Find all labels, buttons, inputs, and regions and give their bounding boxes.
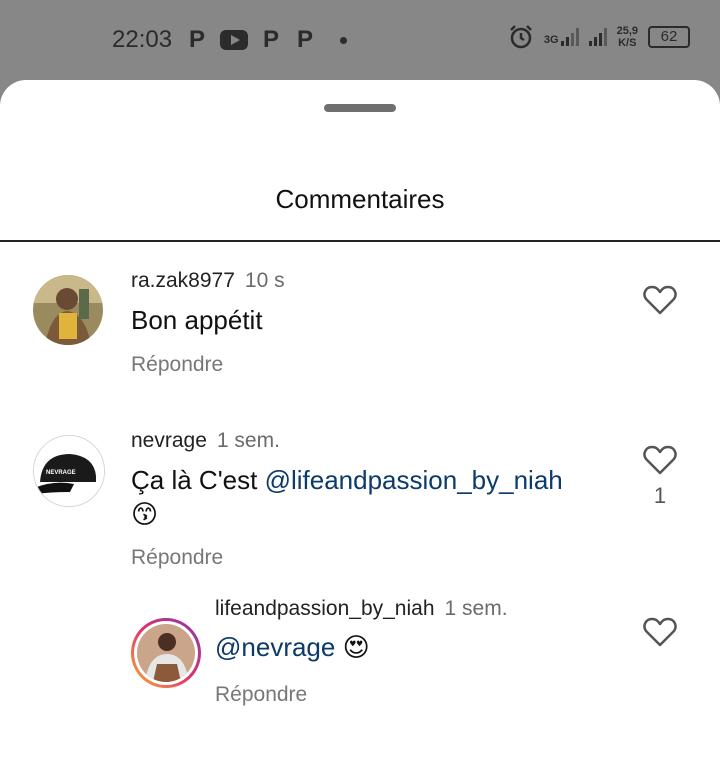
notification-icons: P P P xyxy=(186,26,347,54)
network-type: 3G xyxy=(543,34,559,46)
svg-text:NEVRAGE: NEVRAGE xyxy=(46,470,76,476)
comment-time: 1 sem. xyxy=(216,429,280,452)
kissing-emoji: 😙 xyxy=(131,500,159,530)
alarm-icon xyxy=(510,25,532,49)
status-time: 22:03 xyxy=(112,26,173,53)
like-heart-icon[interactable] xyxy=(643,445,677,475)
comment-username[interactable]: nevrage 1 sem. xyxy=(131,429,280,453)
mention-link[interactable]: @nevrage xyxy=(215,632,335,662)
avatar[interactable] xyxy=(33,275,103,345)
comment-text: Bon appétit xyxy=(131,303,263,337)
comment-time: 1 sem. xyxy=(444,597,508,620)
username-text[interactable]: lifeandpassion_by_niah xyxy=(215,597,435,620)
like-count: 1 xyxy=(653,483,667,508)
mobile-signal-3g: 3G xyxy=(544,28,579,46)
like-heart-icon[interactable] xyxy=(643,617,677,647)
p-app-icon: P xyxy=(262,26,279,53)
speed-value: 25,9 xyxy=(616,25,638,37)
avatar-cap-logo: NEVRAGE xyxy=(34,436,104,506)
reply-button[interactable]: Répondre xyxy=(131,546,223,570)
p-app-icon: P xyxy=(296,26,313,53)
header-divider xyxy=(0,240,720,242)
speed-unit: K/S xyxy=(618,37,637,49)
network-speed: 25,9 K/S xyxy=(617,25,638,49)
comment-text: @nevrage 😍 xyxy=(215,630,370,665)
comments-sheet: Commentaires ra.zak8977 10 s Bon appétit … xyxy=(0,80,720,770)
comment-item: NEVRAGE nevrage 1 sem. Ça là C'est @lifea… xyxy=(0,420,720,590)
like-heart-icon[interactable] xyxy=(643,285,677,315)
signal-bars-icon xyxy=(588,28,607,46)
comment-text: Ça là C'est @lifeandpassion_by_niah 😙 xyxy=(131,463,611,532)
mention-link[interactable]: @lifeandpassion_by_niah xyxy=(265,465,563,495)
comment-username[interactable]: lifeandpassion_by_niah 1 sem. xyxy=(215,597,508,621)
avatar-photo xyxy=(33,275,103,345)
comment-username[interactable]: ra.zak8977 10 s xyxy=(131,269,285,293)
status-bar: 22:03 P P P 3G 25,9 K/S 62 xyxy=(0,0,720,80)
p-app-icon: P xyxy=(188,26,205,53)
signal-bars-icon xyxy=(560,28,579,46)
heart-eyes-emoji: 😍 xyxy=(342,633,370,663)
system-icons: 3G 25,9 K/S 62 xyxy=(508,24,690,50)
avatar-photo xyxy=(137,624,195,682)
username-text[interactable]: nevrage xyxy=(131,429,207,452)
reply-button[interactable]: Répondre xyxy=(131,353,223,377)
username-text[interactable]: ra.zak8977 xyxy=(131,269,235,292)
more-notifications-dot xyxy=(340,36,347,44)
avatar[interactable]: NEVRAGE xyxy=(33,435,105,507)
comment-body: Ça là C'est xyxy=(131,465,265,495)
battery-icon: 62 xyxy=(648,26,690,48)
story-ring-avatar[interactable] xyxy=(131,618,201,688)
comment-body: Bon appétit xyxy=(131,305,263,335)
comment-item: ra.zak8977 10 s Bon appétit Répondre xyxy=(0,260,720,390)
comment-time: 10 s xyxy=(244,269,285,292)
reply-comment-item: lifeandpassion_by_niah 1 sem. @nevrage 😍 … xyxy=(0,597,720,755)
youtube-icon xyxy=(220,30,248,50)
reply-button[interactable]: Répondre xyxy=(215,683,307,707)
drag-handle[interactable] xyxy=(324,104,396,112)
sheet-title: Commentaires xyxy=(275,184,445,214)
